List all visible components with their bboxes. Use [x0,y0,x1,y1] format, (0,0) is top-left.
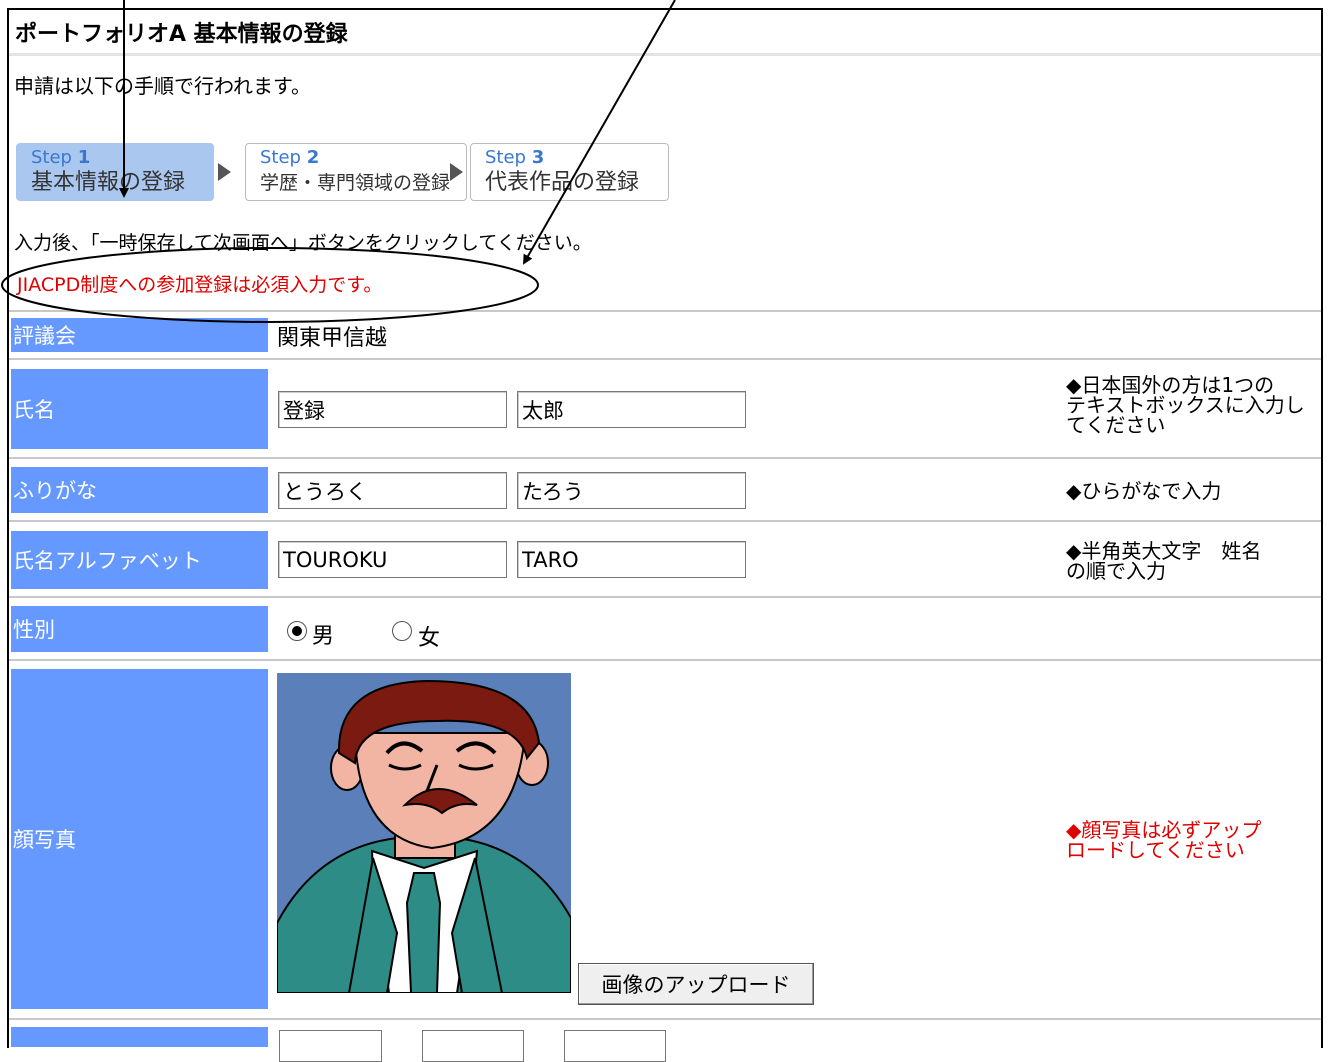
last-name-furigana-input[interactable] [278,472,507,509]
row-divider [9,358,1321,360]
row-divider [9,596,1321,598]
step-2-number: Step 2 [260,147,320,168]
page-title: ポートフォリオA 基本情報の登録 [9,10,1321,56]
step-3-indicator: Step 3 代表作品の登録 [470,143,669,201]
row-divider [9,457,1321,459]
alphabet-label: 氏名アルファベット [11,531,268,589]
photo-note: ◆顔写真は必ずアップ ロードしてください [1066,818,1262,862]
council-label: 評議会 [11,318,268,352]
name-note: ◆日本国外の方は1つの テキストボックスに入力し てください [1066,373,1305,437]
photo-label: 顔写真 [11,669,268,1009]
furigana-note: ◆ひらがなで入力 [1066,479,1222,503]
alphabet-note: ◆半角英大文字 姓名 の順で入力 [1066,539,1262,583]
step-1-indicator: Step 1 基本情報の登録 [16,143,214,201]
instruction-text: 入力後、「一時保存して次画面へ」ボタンをクリックしてください。 [14,232,592,254]
last-name-input[interactable] [278,391,507,428]
row-divider [9,1018,1321,1020]
gender-male-label: 男 [312,624,335,649]
step-2-indicator: Step 2 学歴・専門領域の登録 [245,143,467,201]
gender-label: 性別 [11,606,268,652]
next-row-label [11,1027,268,1047]
last-name-alphabet-input[interactable] [278,541,507,578]
upload-image-button[interactable]: 画像のアップロード [578,963,814,1005]
step-3-number: Step 3 [485,147,545,168]
first-name-input[interactable] [517,391,746,428]
council-value: 関東甲信越 [277,326,388,351]
step-arrow-icon [450,163,463,181]
gender-female-label: 女 [418,626,441,651]
partial-input[interactable] [564,1030,666,1062]
row-divider [9,310,1321,312]
required-note: JIACPD制度への参加登録は必須入力です。 [17,274,383,296]
intro-text: 申請は以下の手順で行われます。 [14,74,311,98]
name-label: 氏名 [11,369,268,449]
step-1-label: 基本情報の登録 [31,170,186,195]
step-1-number: Step 1 [31,147,91,168]
step-2-label: 学歴・専門領域の登録 [260,172,451,194]
gender-male-radio[interactable] [287,621,307,641]
face-photo [277,673,571,993]
partial-input[interactable] [422,1030,524,1062]
furigana-label: ふりがな [11,467,268,513]
row-divider [9,659,1321,661]
gender-female-radio[interactable] [392,621,412,641]
first-name-alphabet-input[interactable] [517,541,746,578]
step-3-label: 代表作品の登録 [485,170,640,195]
first-name-furigana-input[interactable] [517,472,746,509]
partial-input[interactable] [279,1030,382,1062]
row-divider [9,520,1321,522]
step-arrow-icon [218,163,231,181]
